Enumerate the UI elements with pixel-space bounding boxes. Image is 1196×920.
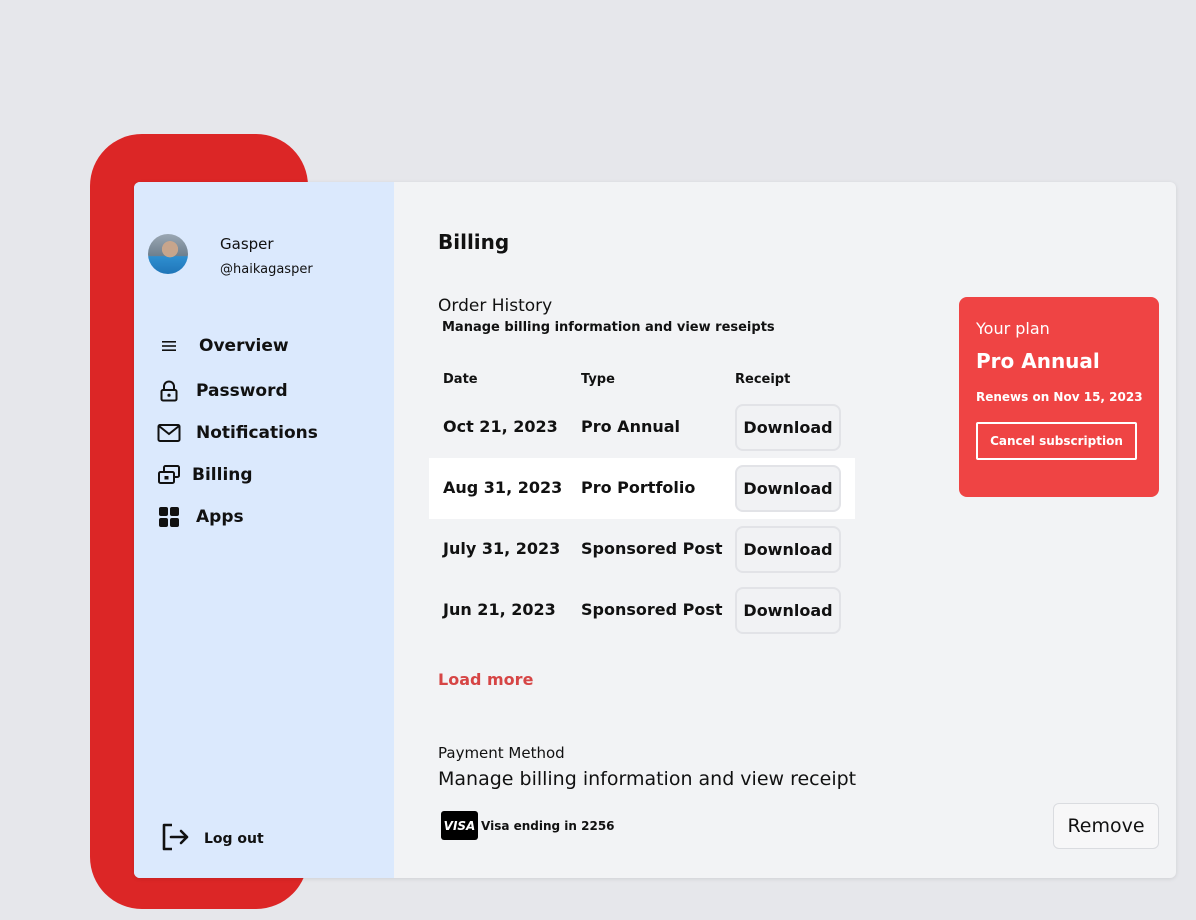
user-name: Gasper: [220, 235, 274, 253]
remove-card-button[interactable]: Remove: [1053, 803, 1159, 849]
column-header-receipt: Receipt: [735, 372, 791, 387]
sidebar-item-label: Billing: [192, 465, 253, 485]
plan-label: Your plan: [976, 319, 1050, 338]
logout-icon: [160, 822, 190, 856]
sidebar: Gasper @haikagasper Overview Password No…: [134, 182, 394, 878]
mail-icon: [156, 420, 182, 446]
page-title: Billing: [438, 230, 510, 254]
lock-icon: [156, 378, 182, 404]
column-header-type: Type: [581, 372, 615, 387]
order-type: Pro Annual: [581, 417, 681, 436]
download-button[interactable]: Download: [735, 404, 841, 451]
payment-method-subtitle: Manage billing information and view rece…: [438, 768, 857, 790]
logout-label: Log out: [204, 831, 264, 847]
order-history-title: Order History: [438, 296, 553, 316]
load-more-link[interactable]: Load more: [438, 670, 533, 689]
menu-icon: [156, 333, 182, 359]
order-date: Oct 21, 2023: [443, 417, 558, 436]
download-button[interactable]: Download: [735, 465, 841, 512]
table-row: July 31, 2023 Sponsored Post Download: [429, 519, 855, 580]
order-history-subtitle: Manage billing information and view rese…: [442, 320, 775, 335]
sidebar-item-password[interactable]: Password: [156, 378, 288, 404]
sidebar-item-label: Apps: [196, 507, 244, 527]
user-handle: @haikagasper: [220, 262, 313, 277]
download-button[interactable]: Download: [735, 587, 841, 634]
billing-icon: [156, 462, 182, 488]
column-header-date: Date: [443, 372, 478, 387]
sidebar-item-overview[interactable]: Overview: [156, 333, 289, 359]
card-description: Visa ending in 2256: [481, 819, 615, 833]
billing-window: Gasper @haikagasper Overview Password No…: [134, 182, 1176, 878]
sidebar-item-label: Overview: [199, 336, 289, 356]
order-type: Sponsored Post: [581, 539, 723, 558]
apps-grid-icon: [156, 504, 182, 530]
sidebar-item-label: Notifications: [196, 423, 318, 443]
order-date: July 31, 2023: [443, 539, 561, 558]
table-row: Jun 21, 2023 Sponsored Post Download: [429, 580, 855, 641]
table-row: Oct 21, 2023 Pro Annual Download: [429, 397, 855, 458]
logout-button[interactable]: Log out: [160, 822, 264, 856]
main-content: Billing Order History Manage billing inf…: [394, 182, 1176, 878]
plan-card: Your plan Pro Annual Renews on Nov 15, 2…: [959, 297, 1159, 497]
cancel-subscription-button[interactable]: Cancel subscription: [976, 422, 1137, 460]
order-type: Sponsored Post: [581, 600, 723, 619]
visa-card-icon: VISA: [441, 811, 478, 840]
plan-name: Pro Annual: [976, 349, 1100, 373]
plan-renewal-date: Renews on Nov 15, 2023: [976, 390, 1143, 404]
order-type: Pro Portfolio: [581, 478, 696, 497]
table-row: Aug 31, 2023 Pro Portfolio Download: [429, 458, 855, 519]
sidebar-item-label: Password: [196, 381, 288, 401]
payment-method-title: Payment Method: [438, 744, 565, 762]
download-button[interactable]: Download: [735, 526, 841, 573]
order-date: Jun 21, 2023: [443, 600, 556, 619]
order-date: Aug 31, 2023: [443, 478, 563, 497]
sidebar-item-billing[interactable]: Billing: [156, 462, 253, 488]
sidebar-item-notifications[interactable]: Notifications: [156, 420, 318, 446]
sidebar-item-apps[interactable]: Apps: [156, 504, 244, 530]
avatar[interactable]: [148, 234, 188, 274]
